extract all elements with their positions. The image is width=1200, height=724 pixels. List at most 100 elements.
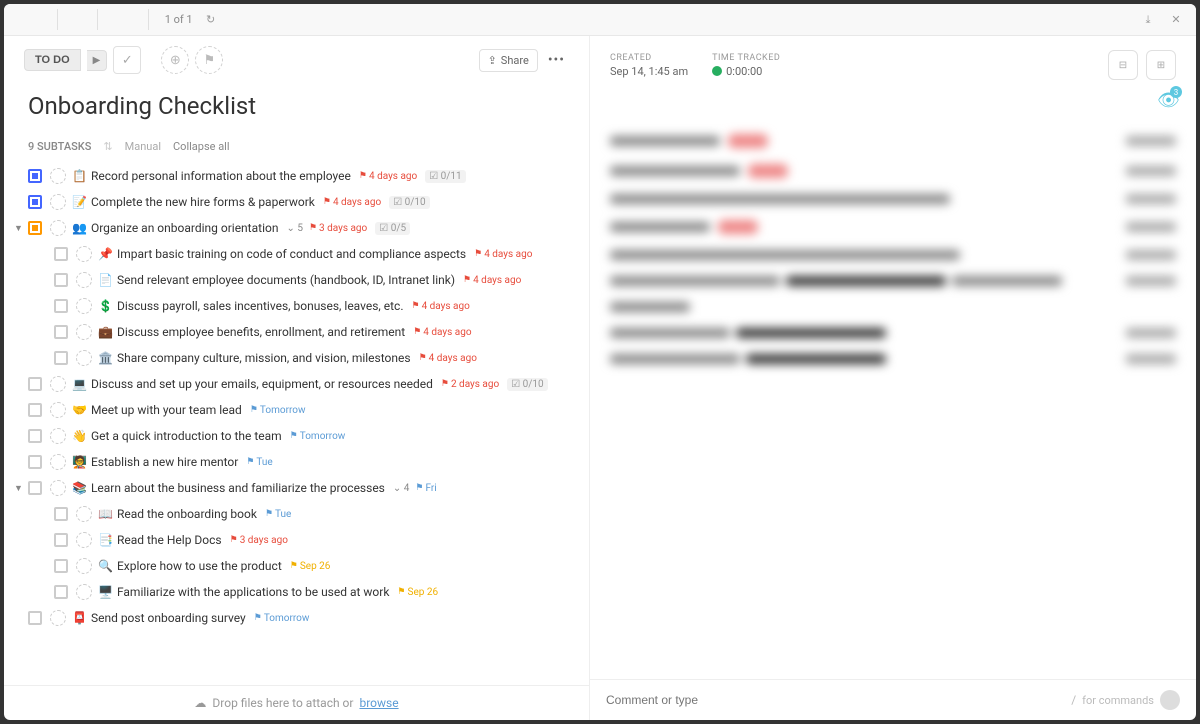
activity-icon[interactable]: ⊟ xyxy=(1108,50,1138,80)
due-flag[interactable]: ⚑3 days ago xyxy=(309,223,367,234)
attachment-dropzone[interactable]: ☁ Drop files here to attach or browse xyxy=(4,685,589,720)
due-flag[interactable]: ⚑Tue xyxy=(265,509,291,520)
task-checkbox[interactable] xyxy=(28,221,42,235)
task-row[interactable]: 📮Send post onboarding survey⚑Tomorrow xyxy=(4,605,589,631)
status-next-icon[interactable]: ▶ xyxy=(87,50,108,71)
status-button[interactable]: TO DO xyxy=(24,49,81,71)
assignee-add-icon[interactable]: ⊕ xyxy=(161,46,189,74)
assignee-icon[interactable] xyxy=(50,480,66,496)
due-flag[interactable]: ⚑4 days ago xyxy=(463,275,521,286)
task-checkbox[interactable] xyxy=(28,455,42,469)
task-row[interactable]: 📋Record personal information about the e… xyxy=(4,163,589,189)
assignee-icon[interactable] xyxy=(50,454,66,470)
breadcrumb-tab[interactable] xyxy=(12,9,58,30)
play-icon[interactable] xyxy=(712,66,722,76)
priority-icon[interactable]: ⚑ xyxy=(195,46,223,74)
assignee-icon[interactable] xyxy=(50,428,66,444)
task-checkbox[interactable] xyxy=(28,169,42,183)
assignee-icon[interactable] xyxy=(76,272,92,288)
comment-input[interactable] xyxy=(606,693,1065,707)
task-checkbox[interactable] xyxy=(28,429,42,443)
due-flag[interactable]: ⚑Tomorrow xyxy=(254,613,310,624)
task-checkbox[interactable] xyxy=(54,585,68,599)
due-flag[interactable]: ⚑4 days ago xyxy=(413,327,471,338)
due-flag[interactable]: ⚑4 days ago xyxy=(411,301,469,312)
page-title[interactable]: Onboarding Checklist xyxy=(4,84,589,136)
due-flag[interactable]: ⚑4 days ago xyxy=(474,249,532,260)
due-flag[interactable]: ⚑Tomorrow xyxy=(290,431,346,442)
task-row[interactable]: 📝Complete the new hire forms & paperwork… xyxy=(4,189,589,215)
task-row[interactable]: 🧑‍🏫Establish a new hire mentor⚑Tue xyxy=(4,449,589,475)
assignee-icon[interactable] xyxy=(76,584,92,600)
task-row[interactable]: 💻Discuss and set up your emails, equipme… xyxy=(4,371,589,397)
assignee-icon[interactable] xyxy=(50,194,66,210)
due-flag[interactable]: ⚑4 days ago xyxy=(359,171,417,182)
browse-link[interactable]: browse xyxy=(359,696,398,710)
chevron-down-icon[interactable]: ▼ xyxy=(14,483,24,494)
subtask-count-badge: ⌄ 4 xyxy=(393,483,409,494)
sort-label[interactable]: Manual xyxy=(125,140,161,153)
assignee-icon[interactable] xyxy=(76,324,92,340)
task-checkbox[interactable] xyxy=(28,481,42,495)
task-checkbox[interactable] xyxy=(54,351,68,365)
task-checkbox[interactable] xyxy=(54,559,68,573)
close-icon[interactable]: ✕ xyxy=(1164,8,1188,32)
task-row[interactable]: ▼👥Organize an onboarding orientation⌄ 5⚑… xyxy=(4,215,589,241)
comment-box[interactable]: / for commands xyxy=(590,679,1196,720)
due-flag[interactable]: ⚑Tomorrow xyxy=(250,405,306,416)
expand-icon[interactable]: ⊞ xyxy=(1146,50,1176,80)
task-row[interactable]: 📄Send relevant employee documents (handb… xyxy=(4,267,589,293)
task-checkbox[interactable] xyxy=(28,403,42,417)
task-checkbox[interactable] xyxy=(54,507,68,521)
due-flag[interactable]: ⚑4 days ago xyxy=(419,353,477,364)
task-checkbox[interactable] xyxy=(54,247,68,261)
task-checkbox[interactable] xyxy=(54,299,68,313)
more-icon[interactable]: ••• xyxy=(544,48,569,72)
assignee-icon[interactable] xyxy=(50,402,66,418)
share-button[interactable]: ⇪ Share xyxy=(479,49,538,72)
task-row[interactable]: 🏛️Share company culture, mission, and vi… xyxy=(4,345,589,371)
minimize-icon[interactable]: ⤓ xyxy=(1136,8,1160,32)
assignee-icon[interactable] xyxy=(50,610,66,626)
task-row[interactable]: 📑Read the Help Docs⚑3 days ago xyxy=(4,527,589,553)
assignee-icon[interactable] xyxy=(76,532,92,548)
task-checkbox[interactable] xyxy=(28,377,42,391)
task-row[interactable]: 📖Read the onboarding book⚑Tue xyxy=(4,501,589,527)
assignee-icon[interactable] xyxy=(76,506,92,522)
due-flag[interactable]: ⚑3 days ago xyxy=(230,535,288,546)
chevron-down-icon[interactable]: ▼ xyxy=(14,223,24,234)
breadcrumb-tab[interactable] xyxy=(58,9,98,30)
task-checkbox[interactable] xyxy=(54,533,68,547)
task-row[interactable]: 🤝Meet up with your team lead⚑Tomorrow xyxy=(4,397,589,423)
task-checkbox[interactable] xyxy=(28,195,42,209)
send-icon[interactable] xyxy=(1160,690,1180,710)
task-row[interactable]: 🔍Explore how to use the product⚑Sep 26 xyxy=(4,553,589,579)
task-checkbox[interactable] xyxy=(54,273,68,287)
assignee-icon[interactable] xyxy=(76,350,92,366)
refresh-icon[interactable]: ↻ xyxy=(201,10,221,30)
task-row[interactable]: 💼Discuss employee benefits, enrollment, … xyxy=(4,319,589,345)
due-flag[interactable]: ⚑Sep 26 xyxy=(397,587,438,598)
assignee-icon[interactable] xyxy=(76,246,92,262)
task-row[interactable]: 💲Discuss payroll, sales incentives, bonu… xyxy=(4,293,589,319)
due-flag[interactable]: ⚑Tue xyxy=(246,457,272,468)
assignee-icon[interactable] xyxy=(50,220,66,236)
due-flag[interactable]: ⚑4 days ago xyxy=(323,197,381,208)
task-row[interactable]: ▼📚Learn about the business and familiari… xyxy=(4,475,589,501)
task-row[interactable]: 👋Get a quick introduction to the team⚑To… xyxy=(4,423,589,449)
due-flag[interactable]: ⚑2 days ago xyxy=(441,379,499,390)
assignee-icon[interactable] xyxy=(76,298,92,314)
task-checkbox[interactable] xyxy=(28,611,42,625)
task-row[interactable]: 📌Impart basic training on code of conduc… xyxy=(4,241,589,267)
complete-icon[interactable]: ✓ xyxy=(113,46,141,74)
task-row[interactable]: 🖥️Familiarize with the applications to b… xyxy=(4,579,589,605)
due-flag[interactable]: ⚑Sep 26 xyxy=(290,561,331,572)
assignee-icon[interactable] xyxy=(50,376,66,392)
assignee-icon[interactable] xyxy=(76,558,92,574)
task-emoji: 🖥️ xyxy=(98,585,113,599)
assignee-icon[interactable] xyxy=(50,168,66,184)
collapse-all-button[interactable]: Collapse all xyxy=(173,140,230,153)
task-checkbox[interactable] xyxy=(54,325,68,339)
due-flag[interactable]: ⚑Fri xyxy=(415,483,436,494)
breadcrumb-tab[interactable] xyxy=(98,9,149,30)
